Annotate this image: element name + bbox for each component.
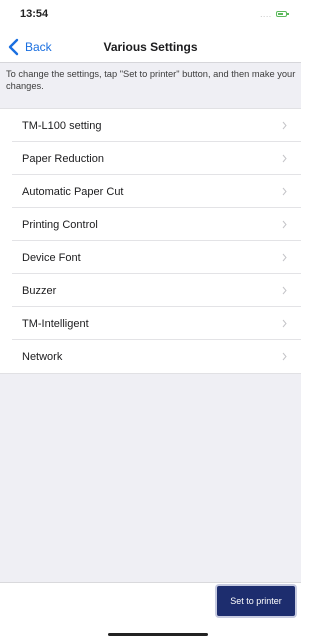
settings-item-network[interactable]: Network [0,340,301,373]
settings-item-buzzer[interactable]: Buzzer [0,274,301,307]
set-to-printer-button[interactable]: Set to printer [217,586,295,616]
settings-item-tm-intelligent[interactable]: TM-Intelligent [0,307,301,340]
settings-item-automatic-paper-cut[interactable]: Automatic Paper Cut [0,175,301,208]
settings-item-label: Buzzer [22,284,57,297]
home-indicator[interactable] [108,633,208,636]
settings-item-label: Device Font [22,251,81,264]
chevron-right-icon [282,187,287,196]
navigation-bar: Back Various Settings [0,34,301,62]
settings-item-label: Automatic Paper Cut [22,185,124,198]
settings-item-label: TM-L100 setting [22,119,102,132]
status-bar: 13:54 .... [0,0,301,34]
chevron-right-icon [282,319,287,328]
status-time: 13:54 [20,8,49,20]
chevron-right-icon [282,154,287,163]
chevron-right-icon [282,121,287,130]
settings-item-device-font[interactable]: Device Font [0,241,301,274]
instruction-text: To change the settings, tap "Set to prin… [6,69,296,91]
chevron-right-icon [282,286,287,295]
settings-item-paper-reduction[interactable]: Paper Reduction [0,142,301,175]
chevron-right-icon [282,352,287,361]
battery-icon [276,11,289,17]
settings-item-label: Paper Reduction [22,152,104,165]
settings-item-label: Printing Control [22,218,98,231]
settings-list: TM-L100 setting Paper Reduction Automati… [0,108,301,374]
page-title: Various Settings [103,40,198,54]
settings-item-label: TM-Intelligent [22,317,89,330]
settings-item-printing-control[interactable]: Printing Control [0,208,301,241]
signal-indicator: .... [260,12,272,19]
settings-item-label: Network [22,350,63,363]
chevron-right-icon [282,220,287,229]
settings-item-tm-l100-setting[interactable]: TM-L100 setting [0,109,301,142]
chevron-right-icon [282,253,287,262]
